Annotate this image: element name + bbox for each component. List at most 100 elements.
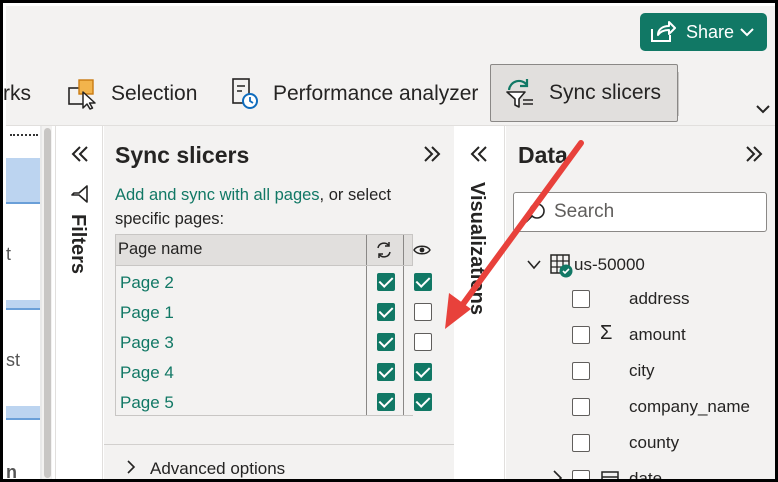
field-name: company_name: [629, 397, 750, 416]
chevron-down-icon: [740, 28, 754, 37]
share-icon: [651, 21, 676, 42]
app-window: Share rks Selection Performance analyzer: [0, 0, 778, 482]
field-item[interactable]: company_name: [572, 394, 772, 422]
table-icon: [550, 254, 573, 278]
field-checkbox[interactable]: [572, 290, 590, 308]
ribbon-bookmarks[interactable]: rks: [3, 62, 31, 126]
field-name: city: [629, 361, 655, 380]
sync-pane-title: Sync slicers: [115, 142, 250, 168]
table-header: Page name: [115, 234, 431, 266]
sum-icon: Σ: [600, 322, 613, 344]
field-item[interactable]: county: [572, 430, 772, 458]
pages-table: Page name Page 2 Page 1 Page 3 Page 4 Pa…: [115, 234, 432, 417]
table-name: us-50000: [574, 255, 645, 274]
performance-icon: [232, 78, 258, 109]
sync-checkbox[interactable]: [377, 393, 395, 411]
calendar-icon: [601, 471, 619, 479]
eye-icon: [413, 245, 431, 255]
ribbon-performance-label: Performance analyzer: [273, 82, 479, 105]
data-pane: Data us-50000 address Σ amount city: [506, 126, 775, 482]
expand-left-icon[interactable]: [68, 142, 92, 166]
chevron-right-icon: [127, 460, 136, 474]
table-row: Page 1: [116, 297, 432, 327]
visible-checkbox[interactable]: [414, 393, 432, 411]
field-item[interactable]: Σ amount: [572, 322, 772, 350]
field-checkbox[interactable]: [572, 362, 590, 380]
field-name: county: [629, 433, 680, 452]
collapse-right-icon[interactable]: [742, 142, 766, 166]
column-page-name: Page name: [118, 240, 203, 258]
page-link[interactable]: Page 5: [120, 393, 174, 413]
field-checkbox[interactable]: [572, 398, 590, 416]
field-checkbox[interactable]: [572, 326, 590, 344]
page-link[interactable]: Page 1: [120, 303, 174, 323]
data-pane-title: Data: [518, 142, 568, 168]
filters-label: Filters: [67, 214, 89, 275]
ribbon-sync-label: Sync slicers: [549, 81, 662, 104]
search-icon: [525, 203, 545, 223]
filter-icon: [71, 185, 88, 203]
visualizations-label: Visualizations: [466, 182, 488, 316]
field-checkbox[interactable]: [572, 470, 590, 479]
canvas-visual[interactable]: [6, 406, 40, 420]
field-checkbox[interactable]: [572, 434, 590, 452]
ribbon-sync-slicers[interactable]: Sync slicers: [490, 64, 679, 122]
sync-checkbox[interactable]: [377, 273, 395, 291]
page-link[interactable]: Page 3: [120, 333, 174, 353]
chevron-down-icon[interactable]: [754, 100, 772, 118]
canvas-text: st: [6, 350, 21, 370]
ribbon-selection-label: Selection: [111, 82, 198, 105]
scrollbar-thumb[interactable]: [44, 128, 51, 478]
sync-slicers-icon: [506, 79, 533, 108]
sync-checkbox[interactable]: [377, 333, 395, 351]
page-link[interactable]: Page 4: [120, 363, 174, 383]
field-item[interactable]: date: [552, 466, 752, 482]
visual-border: [10, 134, 38, 136]
filters-pane-collapsed[interactable]: Filters: [55, 126, 103, 479]
table-row: Page 4: [116, 357, 432, 387]
search-box[interactable]: [513, 192, 767, 232]
sync-checkbox[interactable]: [377, 303, 395, 321]
field-item[interactable]: city: [572, 358, 772, 386]
canvas-visual[interactable]: [6, 300, 40, 310]
ribbon-selection[interactable]: Selection: [67, 62, 197, 126]
sync-description: Add and sync with all pages, or select s…: [115, 183, 435, 231]
table-row: Page 5: [116, 387, 432, 417]
advanced-options-label: Advanced options: [150, 459, 286, 478]
add-sync-all-link[interactable]: Add and sync with all pages: [115, 186, 320, 204]
report-page: t st n: [6, 126, 40, 482]
collapse-right-icon[interactable]: [420, 142, 444, 166]
advanced-options-toggle[interactable]: Advanced options: [104, 444, 454, 479]
selection-icon: [68, 79, 96, 110]
visible-checkbox[interactable]: [414, 333, 432, 351]
slicer-visual[interactable]: [6, 158, 40, 204]
sync-checkbox[interactable]: [377, 363, 395, 381]
chevron-right-icon[interactable]: [552, 470, 564, 482]
view-ribbon: rks Selection Performance analyzer Sync …: [3, 62, 775, 126]
visible-checkbox[interactable]: [414, 303, 432, 321]
share-label: Share: [686, 21, 735, 42]
title-bar: Share: [6, 6, 775, 62]
report-canvas[interactable]: t st n: [6, 126, 52, 482]
chevron-down-icon[interactable]: [526, 259, 542, 271]
ribbon-performance-analyzer[interactable]: Performance analyzer: [229, 62, 478, 126]
field-name: date: [629, 469, 663, 482]
table-row: Page 3: [116, 327, 432, 357]
canvas-text: n: [6, 462, 17, 482]
visualizations-pane-collapsed[interactable]: Visualizations: [455, 126, 505, 479]
field-name: address: [629, 289, 690, 308]
search-input[interactable]: [554, 199, 754, 225]
canvas-text: t: [6, 244, 12, 264]
table-node[interactable]: us-50000: [526, 250, 645, 280]
field-item[interactable]: address: [572, 286, 772, 314]
sync-slicers-pane: Sync slicers Add and sync with all pages…: [104, 126, 454, 479]
field-name: amount: [629, 325, 686, 344]
table-body: Page 2 Page 1 Page 3 Page 4 Page 5: [115, 266, 432, 417]
visible-checkbox[interactable]: [414, 363, 432, 381]
sync-column-icon: [377, 242, 391, 258]
visible-checkbox[interactable]: [414, 273, 432, 291]
page-link[interactable]: Page 2: [120, 273, 174, 293]
share-button[interactable]: Share: [640, 13, 767, 51]
expand-left-icon[interactable]: [467, 142, 491, 166]
column-divider: [403, 235, 404, 265]
